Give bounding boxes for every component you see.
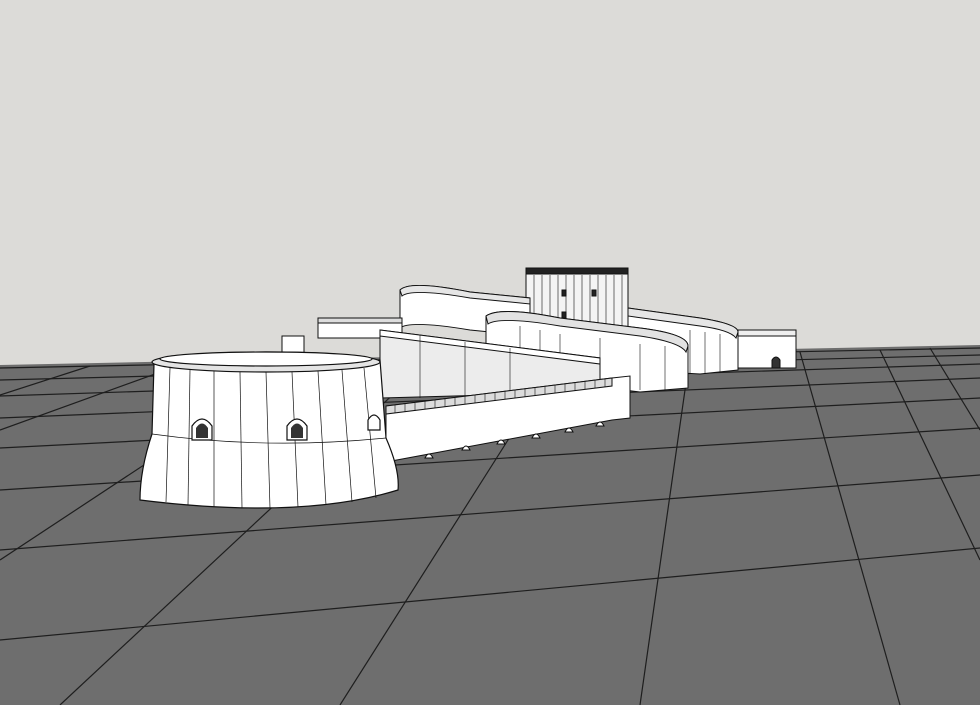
- front-round-bastion: [139, 351, 399, 509]
- 3d-viewport[interactable]: [0, 0, 980, 705]
- far-wall-right: [737, 329, 797, 369]
- castle-model-scene: [0, 0, 980, 705]
